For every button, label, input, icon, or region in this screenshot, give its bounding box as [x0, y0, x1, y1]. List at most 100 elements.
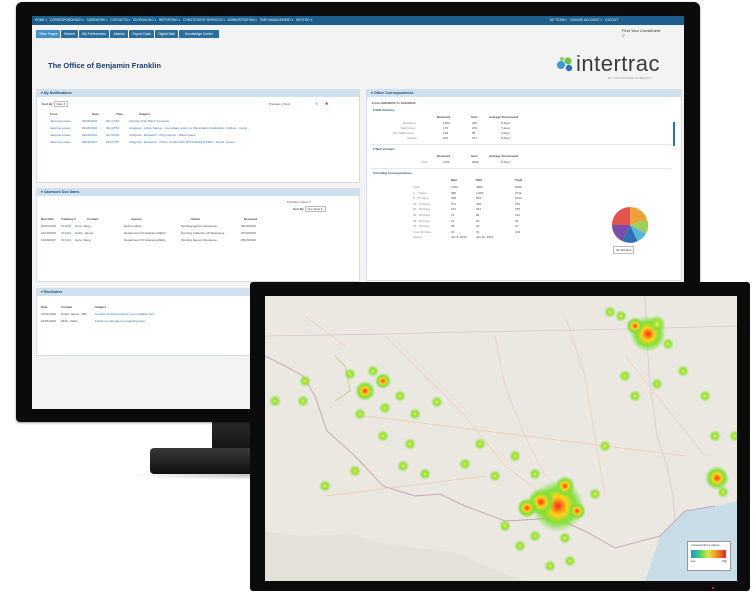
nav-item-time-management[interactable]: TIME MANAGEMENT — [260, 18, 291, 22]
intertrac-logo-icon — [557, 57, 573, 72]
nav-item-casework[interactable]: CASEWORK — [87, 18, 106, 22]
texas-heatmap[interactable] — [265, 296, 737, 581]
heat-point — [699, 390, 711, 402]
pending-pie-chart — [611, 206, 649, 243]
nav-item-contacts[interactable]: CONTACTS — [110, 18, 127, 22]
office-correspondence-panel: ▾ Office Correspondence From 10/02/2016 … — [366, 89, 682, 281]
search-icon[interactable]: ⚲ — [622, 33, 682, 38]
tab-my-preferences[interactable]: My Preferences — [79, 30, 109, 38]
sort-label: Sort By — [42, 102, 53, 106]
heat-point — [651, 378, 663, 390]
cell-time: 03:12 PM — [106, 126, 119, 130]
row-label: Oldest — [413, 235, 422, 240]
tab-search[interactable]: Search — [61, 30, 78, 38]
heat-point — [349, 465, 361, 477]
cell-date: 09/26/2016 — [82, 119, 98, 123]
row-label: Mail Group — [401, 126, 416, 130]
cell-web: 3,283 — [476, 190, 484, 195]
cell-tracking[interactable]: #14616 — [61, 224, 71, 228]
notifications-panel: ▾ My Notifications Sort By Date ▾ Previo… — [36, 89, 360, 183]
nav-item-reporting[interactable]: REPORTING — [159, 18, 178, 22]
cell-mail: 46 — [451, 224, 455, 229]
heat-point — [269, 395, 281, 407]
top-nav-bar: HOME ▾ CORRESPONDENCE ▾ CASEWORK ▾ CONTA… — [32, 16, 684, 25]
cell-contact: Mitch, Cable — [61, 319, 78, 323]
cell-subject: Assigned - Research - Ping support - Mas… — [129, 133, 196, 137]
heat-point — [377, 430, 389, 442]
heat-point — [648, 315, 666, 333]
col-received: Received — [437, 115, 451, 119]
tab-digital-mail[interactable]: Digital Mail — [155, 30, 178, 38]
legend-high: High — [722, 560, 727, 563]
tab-attacks[interactable]: Attacks — [110, 30, 128, 38]
tab-office-pages[interactable]: Office Pages — [36, 30, 60, 38]
nav-item-administration[interactable]: ADMINISTRATION — [227, 18, 254, 22]
cell-time: 03:10 PM — [106, 133, 119, 137]
cell-received: 323 — [443, 136, 449, 140]
heat-point — [604, 306, 616, 318]
casework-pager[interactable]: Previous 1 Next ↻ — [287, 200, 312, 204]
col-date: Date — [41, 305, 48, 309]
casework-panel: ▾ Casework Due Dates Previous 1 Next ↻ S… — [36, 188, 360, 282]
pending-title: ▾ Pending Correspondence — [373, 171, 412, 175]
nav-item-logout[interactable]: LOGOUT — [605, 18, 618, 22]
nav-item-my-team[interactable]: MY TEAM — [550, 18, 564, 22]
row-label: 61 - 90 Days — [413, 224, 431, 229]
sort-value: Date — [56, 102, 63, 106]
cell-mail: 266 — [451, 196, 457, 201]
tab-knowledge-center[interactable]: Knowledge Center — [179, 30, 219, 38]
notifications-pager[interactable]: Previous 1 Next — [269, 102, 290, 106]
nav-item-constituent-services[interactable]: CONSTITUENT SERVICES — [183, 18, 223, 22]
notifications-title: My Notifications — [43, 91, 72, 95]
heat-point — [404, 438, 416, 450]
heat-point — [662, 338, 674, 350]
tab-export-data[interactable]: Export Data — [129, 30, 154, 38]
row-label: Received — [403, 121, 416, 125]
cell-received: 128 — [443, 131, 449, 135]
heat-point — [717, 486, 729, 498]
col-turnaround: Average Turnaround — [489, 154, 519, 158]
heat-point — [354, 408, 366, 420]
sort-select[interactable]: Date ▾ — [53, 101, 69, 107]
col-received: Received — [244, 217, 258, 221]
col-sent: Sent — [471, 115, 478, 119]
heat-point — [709, 430, 721, 442]
refresh-icon[interactable]: ↻ — [315, 101, 318, 106]
cell-tracking[interactable]: #14412 — [61, 238, 71, 242]
nav-item-history[interactable]: HISTORY — [296, 18, 310, 22]
cell-mail: 31 — [451, 229, 455, 234]
pager-text: Previous 1 Next — [287, 200, 309, 204]
nav-item-scheduling[interactable]: SCHEDULING — [133, 18, 154, 22]
cell-from: Jasmine Lowes — [50, 133, 71, 137]
col-mail: Mail — [451, 178, 457, 182]
panel-scrollbar[interactable] — [673, 122, 675, 146]
cell-subject[interactable]: Follow up with agency regarding case — [95, 319, 145, 323]
mail-volumes-title: ▾ Mail Volumes — [373, 108, 395, 112]
refresh-icon[interactable]: ↻ — [309, 200, 312, 204]
intertrac-logo: intertrac BY DATASPHERE DOMESTIC — [556, 49, 668, 81]
col-sent: Sent — [471, 154, 478, 158]
col-due-date: Due Date — [41, 217, 55, 221]
heat-point — [544, 560, 556, 572]
settings-icon[interactable]: ✱ — [325, 101, 328, 106]
row-label: 46 - 60 Days — [413, 218, 431, 223]
heat-point — [379, 402, 391, 414]
cell-tracking[interactable]: #14432 — [61, 231, 71, 235]
cell-subject[interactable]: Contact constituent about your visitatio… — [95, 312, 155, 316]
cell-total: 33 — [515, 218, 519, 223]
heat-point — [499, 520, 511, 532]
nav-item-home[interactable]: HOME — [35, 18, 45, 22]
nav-item-correspondence[interactable]: CORRESPONDENCE — [50, 18, 82, 22]
heat-point — [619, 370, 631, 382]
sort-value: Due Date — [307, 207, 321, 211]
heat-point — [394, 390, 406, 402]
cell-total: 113 — [515, 213, 520, 217]
casework-sort: Sort By Due Date ▾ — [293, 206, 326, 212]
nav-menu[interactable]: HOME ▾ CORRESPONDENCE ▾ CASEWORK ▾ CONTA… — [35, 18, 313, 22]
sort-select[interactable]: Due Date ▾ — [304, 206, 326, 212]
sort-label: Sort By — [293, 207, 304, 211]
cell-due-date: 10/27/2016 — [41, 224, 57, 228]
page-title: The Office of Benjamin Franklin — [48, 61, 161, 70]
pager-text: Previous 1 Next — [269, 102, 291, 106]
nav-item-change-account[interactable]: CHANGE ACCOUNT — [570, 18, 600, 22]
